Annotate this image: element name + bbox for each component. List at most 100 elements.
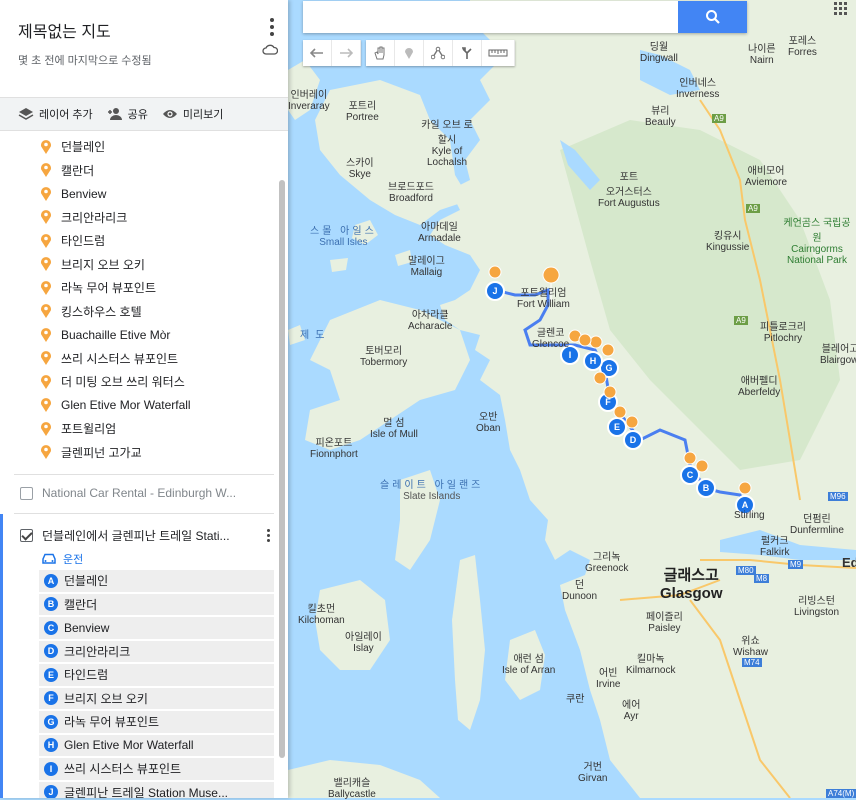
marker-pin-icon — [41, 233, 51, 248]
route-stop[interactable]: D 크리안라리크 — [39, 640, 274, 662]
place-item[interactable]: 라녹 무어 뷰포인트 — [0, 276, 288, 300]
marker-pin-icon — [41, 163, 51, 178]
svg-text:F: F — [605, 397, 611, 407]
route-stop[interactable]: A 던블레인 — [39, 570, 274, 592]
route-stop[interactable]: H Glen Etive Mor Waterfall — [39, 734, 274, 756]
stop-letter-badge: B — [44, 597, 58, 612]
search-button[interactable] — [678, 1, 747, 33]
place-label: 라녹 무어 뷰포인트 — [61, 281, 156, 296]
layer-options-icon[interactable] — [267, 529, 270, 544]
stop-letter-badge: D — [44, 644, 58, 659]
cloud-saved-icon — [262, 44, 278, 55]
stop-letter-badge: C — [44, 620, 58, 635]
add-person-icon — [107, 108, 122, 120]
place-item[interactable]: 쓰리 시스터스 뷰포인트 — [0, 347, 288, 371]
place-label: 쓰리 시스터스 뷰포인트 — [61, 351, 179, 366]
more-options-icon[interactable] — [270, 18, 274, 39]
marker-pin-icon — [41, 304, 51, 319]
place-item[interactable]: 킹스하우스 호텔 — [0, 300, 288, 324]
stop-label: 던블레인 — [64, 574, 109, 589]
route-stop[interactable]: I 쓰리 시스터스 뷰포인트 — [39, 758, 274, 780]
share-label: 공유 — [127, 109, 148, 121]
place-item[interactable]: Buachaille Etive Mòr — [0, 323, 288, 347]
stop-letter-badge: J — [44, 785, 58, 798]
apps-grid-icon[interactable] — [834, 2, 848, 16]
place-label: Buachaille Etive Mòr — [61, 327, 171, 342]
place-label: 타인드럼 — [61, 234, 106, 249]
place-label: 크리안라리크 — [61, 210, 128, 225]
map-search-input[interactable] — [303, 1, 689, 33]
place-label: 던블레인 — [61, 140, 106, 155]
route-stop[interactable]: F 브리지 오브 오키 — [39, 687, 274, 709]
stop-letter-badge: I — [44, 761, 58, 776]
place-item[interactable]: 브리지 오브 오키 — [0, 253, 288, 277]
svg-text:B: B — [703, 483, 710, 493]
place-item[interactable]: 크리안라리크 — [0, 206, 288, 230]
stop-label: 브리지 오브 오키 — [64, 691, 148, 706]
place-label: 브리지 오브 오키 — [61, 257, 145, 272]
svg-text:G: G — [605, 363, 612, 373]
ruler-icon[interactable] — [482, 40, 515, 66]
route-layer-header[interactable]: 던블레인에서 글렌피난 트레일 Stati... — [3, 522, 288, 548]
place-item[interactable]: 던블레인 — [0, 135, 288, 159]
layer-national-car-rental[interactable]: National Car Rental - Edinburgh W... — [0, 475, 288, 511]
travel-mode[interactable]: 운전 — [3, 548, 288, 570]
panel-toolbar: 레이어 추가 공유 미리보기 — [0, 97, 288, 131]
route-stop[interactable]: G 라녹 무어 뷰포인트 — [39, 711, 274, 733]
stop-letter-badge: G — [44, 714, 58, 729]
layer-checkbox[interactable] — [20, 528, 33, 542]
add-layer-button[interactable]: 레이어 추가 — [18, 106, 93, 122]
layers-panel: 제목없는 지도 몇 초 전에 마지막으로 수정됨 레이어 추가 공유 미리보기 … — [0, 0, 288, 798]
stop-label: Glen Etive Mor Waterfall — [64, 738, 194, 753]
preview-button[interactable]: 미리보기 — [162, 106, 223, 122]
travel-mode-label: 운전 — [63, 554, 84, 566]
place-label: 킹스하우스 호텔 — [61, 304, 142, 319]
route-stop[interactable]: B 캘란더 — [39, 593, 274, 615]
place-item[interactable]: 타인드럼 — [0, 229, 288, 253]
redo-icon[interactable] — [332, 40, 361, 66]
place-item[interactable]: 더 미팅 오브 쓰리 워터스 — [0, 370, 288, 394]
place-label: 캘란더 — [61, 163, 95, 178]
hand-icon[interactable] — [366, 40, 395, 66]
stop-label: 글렌피난 트레일 Station Muse... — [64, 785, 228, 798]
marker-icon[interactable] — [395, 40, 424, 66]
line-icon[interactable] — [424, 40, 453, 66]
place-item[interactable]: Benview — [0, 182, 288, 206]
marker-pin-icon — [41, 351, 51, 366]
stop-label: 타인드럼 — [64, 668, 109, 683]
marker-pin-icon — [41, 210, 51, 225]
layer-checkbox[interactable] — [20, 486, 33, 500]
svg-text:I: I — [569, 350, 572, 360]
place-label: 포트윌리엄 — [61, 422, 117, 437]
marker-pin-icon — [41, 280, 51, 295]
place-item[interactable]: Glen Etive Mor Waterfall — [0, 394, 288, 418]
map-title[interactable]: 제목없는 지도 — [18, 18, 270, 42]
place-item[interactable]: 글렌피넌 고가교 — [0, 441, 288, 465]
layer-title[interactable]: 던블레인에서 글렌피난 트레일 Stati... — [42, 527, 230, 544]
place-item[interactable]: 포트윌리엄 — [0, 417, 288, 441]
svg-text:H: H — [590, 356, 597, 366]
layer-title[interactable]: National Car Rental - Edinburgh W... — [42, 486, 236, 500]
share-button[interactable]: 공유 — [107, 106, 148, 122]
map-search-box[interactable] — [303, 1, 747, 33]
route-stop[interactable]: J 글렌피난 트레일 Station Muse... — [39, 781, 274, 798]
map-tools — [303, 40, 520, 66]
directions-icon[interactable] — [453, 40, 482, 66]
svg-text:E: E — [614, 422, 620, 432]
layers-icon — [18, 108, 34, 120]
place-item[interactable]: 캘란더 — [0, 159, 288, 183]
stop-letter-badge: E — [44, 667, 58, 682]
stop-label: 크리안라리크 — [64, 644, 131, 659]
marker-pin-icon — [41, 398, 51, 413]
place-label: 글렌피넌 고가교 — [61, 445, 142, 460]
panel-scrollbar[interactable] — [279, 180, 285, 758]
marker-pin-icon — [41, 257, 51, 272]
route-stops: A 던블레인 B 캘란더 C Benview D 크리안라리크 E 타인드럼 F 브리지 오브 오키 G… — [3, 570, 288, 798]
route-stop[interactable]: C Benview — [39, 617, 274, 639]
stop-label: 캘란더 — [64, 597, 98, 612]
place-label: 더 미팅 오브 쓰리 워터스 — [61, 375, 185, 390]
search-icon — [705, 10, 720, 24]
route-stop[interactable]: E 타인드럼 — [39, 664, 274, 686]
marker-pin-icon — [41, 139, 51, 154]
undo-icon[interactable] — [303, 40, 332, 66]
